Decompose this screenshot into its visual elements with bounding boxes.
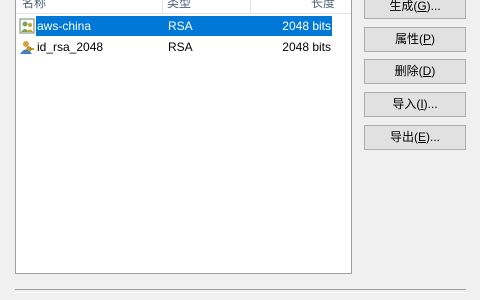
bottom-separator <box>15 289 466 293</box>
column-header-name-label: 名称 <box>22 0 47 10</box>
column-header-type[interactable]: 类型 <box>163 0 251 13</box>
generate-button[interactable]: 生成(G)... <box>364 0 466 19</box>
import-button-text: 导入( <box>392 97 421 111</box>
delete-button-text: 删除( <box>394 64 423 78</box>
cell-type: RSA <box>168 19 193 33</box>
cell-type: RSA <box>168 40 193 54</box>
column-header-length-label: 长度 <box>310 0 335 10</box>
properties-button[interactable]: 属性(P) <box>364 27 466 52</box>
cell-name: aws-china <box>37 19 92 33</box>
import-button[interactable]: 导入(I)... <box>364 92 466 117</box>
delete-button[interactable]: 删除(D) <box>364 59 466 84</box>
generate-button-suffix: )... <box>426 0 441 13</box>
cell-length: 2048 bits <box>282 40 331 54</box>
delete-button-suffix: ) <box>431 64 436 78</box>
list-row-aws-china[interactable]: aws-china RSA 2048 bits <box>16 16 351 37</box>
key-user-icon <box>20 41 34 54</box>
key-list-view[interactable]: 名称 类型 长度 aws-china RSA 2048 bits id_rsa_… <box>15 0 352 274</box>
list-row-id-rsa-2048[interactable]: id_rsa_2048 RSA 2048 bits <box>16 37 351 58</box>
list-body: aws-china RSA 2048 bits id_rsa_2048 RSA … <box>16 16 351 58</box>
properties-button-suffix: ) <box>431 32 435 46</box>
column-header-type-label: 类型 <box>167 0 192 10</box>
export-button[interactable]: 导出(E)... <box>364 125 466 150</box>
export-button-mnemonic: E <box>417 130 426 144</box>
column-header-name[interactable]: 名称 <box>16 0 163 13</box>
cell-name: id_rsa_2048 <box>37 40 104 54</box>
import-button-suffix: )... <box>423 97 438 111</box>
generate-button-text: 生成( <box>389 0 418 13</box>
key-pair-icon <box>19 18 35 34</box>
list-header: 名称 类型 长度 <box>16 0 351 14</box>
properties-button-text: 属性( <box>394 32 423 46</box>
generate-button-mnemonic: G <box>417 0 427 13</box>
export-button-text: 导出( <box>389 130 418 144</box>
column-header-length[interactable]: 长度 <box>251 0 351 13</box>
properties-button-mnemonic: P <box>422 32 431 46</box>
export-button-suffix: )... <box>426 130 440 144</box>
cell-length: 2048 bits <box>282 19 331 33</box>
